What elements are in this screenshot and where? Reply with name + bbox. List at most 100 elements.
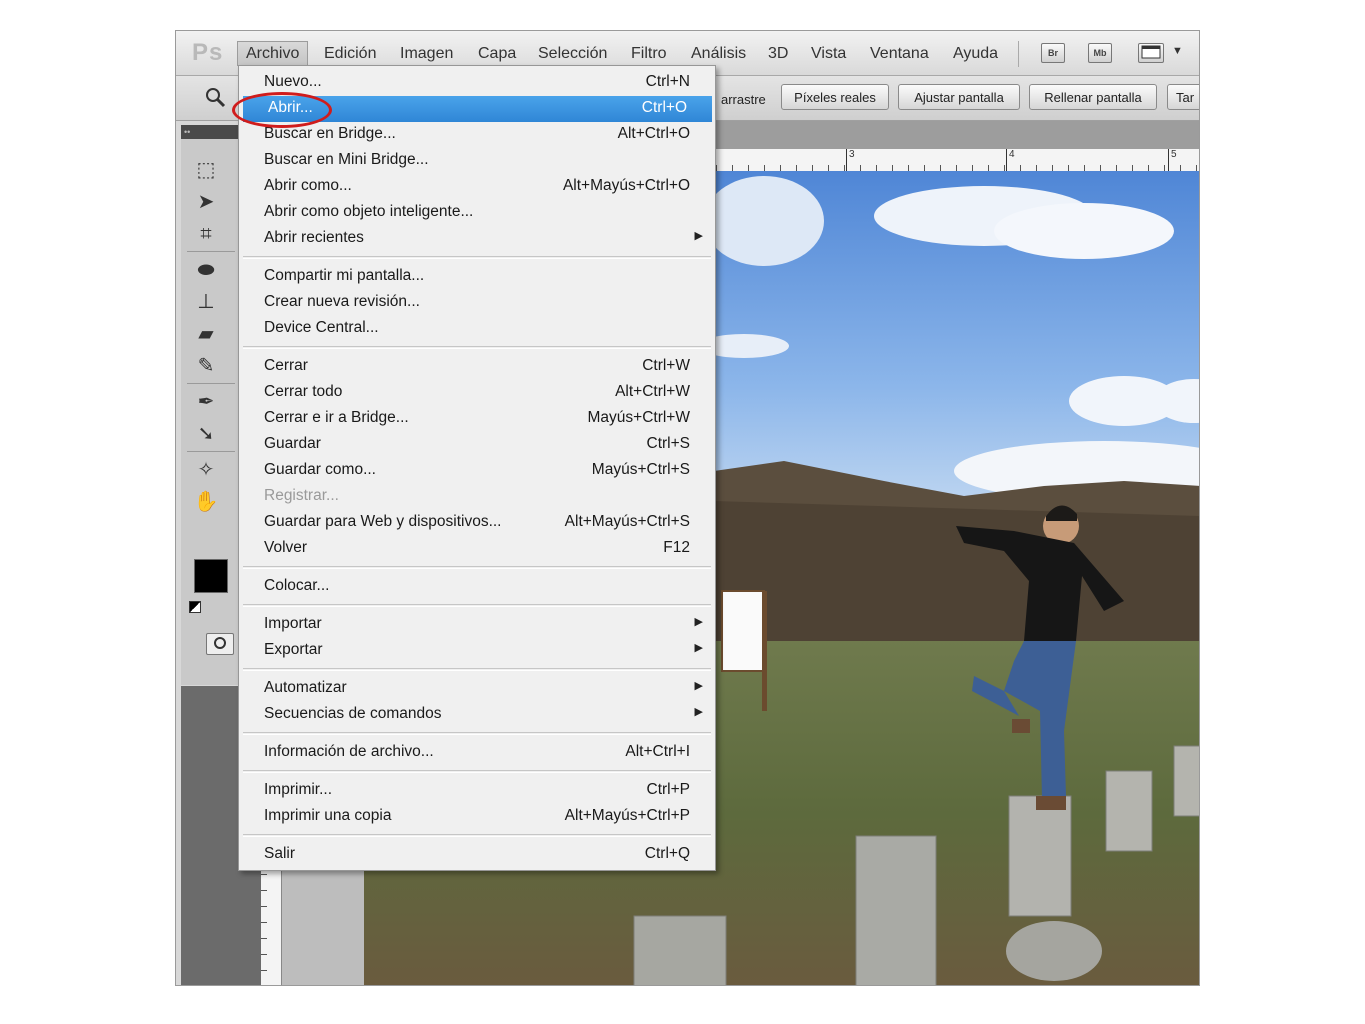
menu-separator <box>243 834 711 837</box>
menu-item-shortcut: Ctrl+S <box>646 435 691 452</box>
menu-filtro[interactable]: Filtro <box>631 45 667 63</box>
submenu-arrow-icon: ▶ <box>694 642 703 654</box>
menu-item-registrar: Registrar... <box>239 484 715 510</box>
actual-pixels-button[interactable]: Píxeles reales <box>781 84 889 110</box>
photoshop-logo: Ps <box>192 39 224 66</box>
menu-analisis[interactable]: Análisis <box>691 45 746 63</box>
menu-item-label: Imprimir... <box>264 781 333 798</box>
menu-separator <box>243 604 711 607</box>
horizontal-ruler: 3 4 5 <box>716 149 1199 172</box>
menu-item-nuevo[interactable]: Nuevo... Ctrl+N <box>239 70 715 96</box>
default-colors-icon[interactable] <box>189 601 201 613</box>
menu-item-buscar-en-mini-bridge[interactable]: Buscar en Mini Bridge... <box>239 148 715 174</box>
menu-item-label: Automatizar <box>264 679 347 696</box>
menu-item-crear-nueva-revision[interactable]: Crear nueva revisión... <box>239 290 715 316</box>
3d-rotate-icon[interactable]: ✧ <box>193 457 219 483</box>
fit-screen-button[interactable]: Ajustar pantalla <box>898 84 1020 110</box>
clone-stamp-icon[interactable]: ⊥ <box>193 289 219 315</box>
fill-screen-button[interactable]: Rellenar pantalla <box>1029 84 1157 110</box>
eraser-tool-icon[interactable]: ▰ <box>193 321 219 347</box>
menu-item-device-central[interactable]: Device Central... <box>239 316 715 342</box>
menu-item-cerrar-e-ir-a-bridge[interactable]: Cerrar e ir a Bridge... Mayús+Ctrl+W <box>239 406 715 432</box>
ruler-major-tick <box>1168 149 1169 171</box>
menu-separator <box>243 732 711 735</box>
menu-item-label: Crear nueva revisión... <box>264 293 420 310</box>
menu-item-label: Salir <box>264 845 296 862</box>
menu-item-label: Device Central... <box>264 319 379 336</box>
menu-item-volver[interactable]: Volver F12 <box>239 536 715 562</box>
menu-item-guardar-para-web-y-dispositivos[interactable]: Guardar para Web y dispositivos... Alt+Ma… <box>239 510 715 536</box>
menu-item-abrir-como-objeto-inteligente[interactable]: Abrir como objeto inteligente... <box>239 200 715 226</box>
blur-tool-icon[interactable]: ✎ <box>193 353 219 379</box>
menu-item-imprimir-una-copia[interactable]: Imprimir una copia Alt+Mayús+Ctrl+P <box>239 804 715 830</box>
ruler-label: 5 <box>1171 149 1177 160</box>
menu-item-label: Guardar <box>264 435 321 452</box>
menu-edicion[interactable]: Edición <box>324 45 376 63</box>
menu-item-shortcut: Alt+Ctrl+O <box>617 125 690 142</box>
menu-item-salir[interactable]: Salir Ctrl+Q <box>239 842 715 868</box>
menu-item-label: Importar <box>264 615 322 632</box>
marquee-tool-icon[interactable]: ⬚ <box>193 157 219 183</box>
tools-divider <box>187 383 235 384</box>
menu-archivo[interactable]: Archivo <box>237 41 309 66</box>
menu-item-shortcut: Alt+Mayús+Ctrl+P <box>564 807 690 824</box>
zoom-icon[interactable] <box>204 86 226 114</box>
pen-tool-icon[interactable]: ✒ <box>193 389 219 415</box>
menu-ayuda[interactable]: Ayuda <box>953 45 998 63</box>
menu-item-abrir-como[interactable]: Abrir como... Alt+Mayús+Ctrl+O <box>239 174 715 200</box>
bridge-icon[interactable]: Br <box>1041 43 1065 63</box>
menu-item-label: Abrir recientes <box>264 229 364 246</box>
menu-item-shortcut: Mayús+Ctrl+S <box>591 461 690 478</box>
menu-item-shortcut: Mayús+Ctrl+W <box>587 409 691 426</box>
menu-3d[interactable]: 3D <box>768 45 788 63</box>
foreground-color-swatch[interactable] <box>194 559 228 593</box>
screen-mode-icon[interactable] <box>1138 43 1164 63</box>
menu-item-buscar-en-bridge[interactable]: Buscar en Bridge... Alt+Ctrl+O <box>239 122 715 148</box>
menu-vista[interactable]: Vista <box>811 45 846 63</box>
menu-item-label: Guardar como... <box>264 461 376 478</box>
menu-item-abrir-recientes[interactable]: Abrir recientes ▶ <box>239 226 715 252</box>
menu-item-label: Cerrar todo <box>264 383 343 400</box>
menu-seleccion[interactable]: Selección <box>538 45 607 63</box>
menu-item-importar[interactable]: Importar ▶ <box>239 612 715 638</box>
print-size-button[interactable]: Tar <box>1167 84 1199 110</box>
quick-mask-icon[interactable] <box>206 633 234 655</box>
menu-item-guardar[interactable]: Guardar Ctrl+S <box>239 432 715 458</box>
scrubby-zoom-label: arrastre <box>721 92 766 107</box>
menu-item-label: Registrar... <box>264 487 339 504</box>
lasso-tool-icon[interactable]: ➤ <box>193 189 219 215</box>
menu-capa[interactable]: Capa <box>478 45 516 63</box>
crop-tool-icon[interactable]: ⌗ <box>193 221 219 247</box>
menu-item-label: Buscar en Mini Bridge... <box>264 151 429 168</box>
ruler-label: 3 <box>849 149 855 160</box>
ruler-major-tick <box>1006 149 1007 171</box>
menu-item-automatizar[interactable]: Automatizar ▶ <box>239 676 715 702</box>
menu-separator <box>243 256 711 259</box>
mini-bridge-icon[interactable]: Mb <box>1088 43 1112 63</box>
menu-item-cerrar-todo[interactable]: Cerrar todo Alt+Ctrl+W <box>239 380 715 406</box>
file-menu-dropdown: Nuevo... Ctrl+N Abrir... Ctrl+O Buscar en Br… <box>238 65 716 871</box>
menu-ventana[interactable]: Ventana <box>870 45 929 63</box>
menu-item-informacion-de-archivo[interactable]: Información de archivo... Alt+Ctrl+I <box>239 740 715 766</box>
menu-item-label: Secuencias de comandos <box>264 705 442 722</box>
menu-separator <box>243 566 711 569</box>
menu-item-secuencias-de-comandos[interactable]: Secuencias de comandos ▶ <box>239 702 715 728</box>
menu-item-colocar[interactable]: Colocar... <box>239 574 715 600</box>
healing-brush-icon[interactable]: ⬬ <box>193 257 219 283</box>
menu-separator <box>243 346 711 349</box>
path-selection-icon[interactable]: ➘ <box>193 421 219 447</box>
tools-panel-header[interactable]: •• <box>181 125 241 139</box>
hand-tool-icon[interactable]: ✋ <box>193 489 219 515</box>
menu-item-label: Compartir mi pantalla... <box>264 267 425 284</box>
menu-item-guardar-como[interactable]: Guardar como... Mayús+Ctrl+S <box>239 458 715 484</box>
menu-item-compartir-mi-pantalla[interactable]: Compartir mi pantalla... <box>239 264 715 290</box>
photoshop-window: Ps Archivo Edición Imagen Capa Selección… <box>175 30 1200 986</box>
menu-item-shortcut: Alt+Mayús+Ctrl+O <box>562 177 690 194</box>
menu-item-cerrar[interactable]: Cerrar Ctrl+W <box>239 354 715 380</box>
chevron-down-icon[interactable]: ▼ <box>1172 45 1183 57</box>
vertical-ruler <box>261 851 282 985</box>
menu-item-imprimir[interactable]: Imprimir... Ctrl+P <box>239 778 715 804</box>
tools-panel: •• ⬚ ➤ ⌗ ⬬ ⊥ ▰ ✎ ✒ ➘ ✧ ✋ <box>181 125 243 685</box>
menu-item-exportar[interactable]: Exportar ▶ <box>239 638 715 664</box>
menu-imagen[interactable]: Imagen <box>400 45 453 63</box>
